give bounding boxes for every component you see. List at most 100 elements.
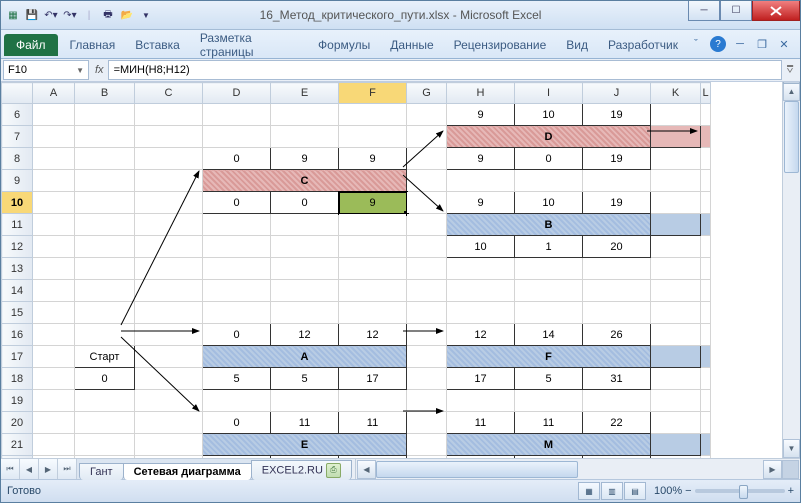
cell-E10[interactable]: 0 <box>271 192 339 214</box>
cell-F19[interactable] <box>339 390 407 412</box>
cell-C20[interactable] <box>135 412 203 434</box>
cell-J6[interactable]: 19 <box>583 104 651 126</box>
cell-A10[interactable] <box>33 192 75 214</box>
row-header-20[interactable]: 20 <box>2 412 33 434</box>
horizontal-scrollbar[interactable]: ◀ ▶ <box>355 459 800 479</box>
cell-A8[interactable] <box>33 148 75 170</box>
cell-J8[interactable]: 19 <box>583 148 651 170</box>
cell-B14[interactable] <box>75 280 135 302</box>
row-header-16[interactable]: 16 <box>2 324 33 346</box>
row-header-13[interactable]: 13 <box>2 258 33 280</box>
minimize-button[interactable]: ─ <box>688 1 720 21</box>
cell-K19[interactable] <box>651 390 701 412</box>
cell-K20[interactable] <box>651 412 701 434</box>
view-pagelayout-button[interactable]: ▥ <box>601 482 623 500</box>
cell-G8[interactable] <box>407 148 447 170</box>
row-header-15[interactable]: 15 <box>2 302 33 324</box>
cell-F20[interactable]: 11 <box>339 412 407 434</box>
cell-D11[interactable] <box>203 214 271 236</box>
col-header-A[interactable]: A <box>33 83 75 104</box>
cell-E11[interactable] <box>271 214 339 236</box>
cell-C11[interactable] <box>135 214 203 236</box>
cell-H17[interactable]: F <box>447 346 651 368</box>
cell-E7[interactable] <box>271 126 339 148</box>
cell-C13[interactable] <box>135 258 203 280</box>
cell-L12[interactable] <box>701 236 711 258</box>
cell-A9[interactable] <box>33 170 75 192</box>
cell-I20[interactable]: 11 <box>515 412 583 434</box>
cell-C21[interactable] <box>135 434 203 456</box>
cell-K7[interactable] <box>651 126 701 148</box>
cell-C8[interactable] <box>135 148 203 170</box>
file-tab[interactable]: Файл <box>4 34 58 56</box>
tab-last-button[interactable]: ⏭ <box>58 459 77 479</box>
col-header-B[interactable]: B <box>75 83 135 104</box>
cell-H8[interactable]: 9 <box>447 148 515 170</box>
cell-D9[interactable]: C <box>203 170 407 192</box>
cell-D7[interactable] <box>203 126 271 148</box>
cell-J9[interactable] <box>583 170 651 192</box>
row-header-10[interactable]: 10 <box>2 192 33 214</box>
row-header-14[interactable]: 14 <box>2 280 33 302</box>
cell-C15[interactable] <box>135 302 203 324</box>
cell-C19[interactable] <box>135 390 203 412</box>
spreadsheet[interactable]: ABCDEFGHIJKL6910197D809990199C1000991019… <box>1 82 711 458</box>
cell-K8[interactable] <box>651 148 701 170</box>
scroll-right-button[interactable]: ▶ <box>763 460 782 479</box>
cell-E13[interactable] <box>271 258 339 280</box>
zoom-out-button[interactable]: − <box>685 485 691 497</box>
cell-A15[interactable] <box>33 302 75 324</box>
row-header-9[interactable]: 9 <box>2 170 33 192</box>
cell-C17[interactable] <box>135 346 203 368</box>
cell-K6[interactable] <box>651 104 701 126</box>
cell-F10[interactable]: 9 <box>339 192 407 214</box>
col-header-F[interactable]: F <box>339 83 407 104</box>
cell-K14[interactable] <box>651 280 701 302</box>
cell-E20[interactable]: 11 <box>271 412 339 434</box>
cell-B13[interactable] <box>75 258 135 280</box>
col-header-G[interactable]: G <box>407 83 447 104</box>
cell-E8[interactable]: 9 <box>271 148 339 170</box>
cell-C18[interactable] <box>135 368 203 390</box>
cell-B15[interactable] <box>75 302 135 324</box>
cell-C10[interactable] <box>135 192 203 214</box>
name-box[interactable]: F10▼ <box>3 60 89 80</box>
zoom-knob[interactable] <box>739 485 748 499</box>
cell-G14[interactable] <box>407 280 447 302</box>
cell-H20[interactable]: 11 <box>447 412 515 434</box>
cell-L19[interactable] <box>701 390 711 412</box>
hsplit-handle[interactable] <box>782 460 799 479</box>
cell-K17[interactable] <box>651 346 701 368</box>
row-header-17[interactable]: 17 <box>2 346 33 368</box>
cell-D10[interactable]: 0 <box>203 192 271 214</box>
col-header-E[interactable]: E <box>271 83 339 104</box>
cell-E15[interactable] <box>271 302 339 324</box>
cell-G11[interactable] <box>407 214 447 236</box>
row-header-7[interactable]: 7 <box>2 126 33 148</box>
cell-A21[interactable] <box>33 434 75 456</box>
cell-A6[interactable] <box>33 104 75 126</box>
cell-L13[interactable] <box>701 258 711 280</box>
col-header-D[interactable]: D <box>203 83 271 104</box>
cell-B18[interactable]: 0 <box>75 368 135 390</box>
tab-prev-button[interactable]: ◀ <box>20 459 39 479</box>
cell-D12[interactable] <box>203 236 271 258</box>
tab-first-button[interactable]: ⏮ <box>1 459 20 479</box>
cell-D17[interactable]: A <box>203 346 407 368</box>
cell-H7[interactable]: D <box>447 126 651 148</box>
cell-L20[interactable] <box>701 412 711 434</box>
help-icon[interactable]: ? <box>710 36 726 52</box>
cell-H18[interactable]: 17 <box>447 368 515 390</box>
cell-A14[interactable] <box>33 280 75 302</box>
workbook-close-icon[interactable]: ✕ <box>776 36 792 52</box>
ribbon-tab-view[interactable]: Вид <box>556 32 598 56</box>
cell-H10[interactable]: 9 <box>447 192 515 214</box>
cell-H15[interactable] <box>447 302 515 324</box>
cell-D15[interactable] <box>203 302 271 324</box>
cell-H6[interactable]: 9 <box>447 104 515 126</box>
undo-icon[interactable]: ↶▾ <box>43 7 59 23</box>
cell-L18[interactable] <box>701 368 711 390</box>
cell-B20[interactable] <box>75 412 135 434</box>
formula-expand-icon[interactable]: ⩢ <box>782 61 798 79</box>
cell-K18[interactable] <box>651 368 701 390</box>
